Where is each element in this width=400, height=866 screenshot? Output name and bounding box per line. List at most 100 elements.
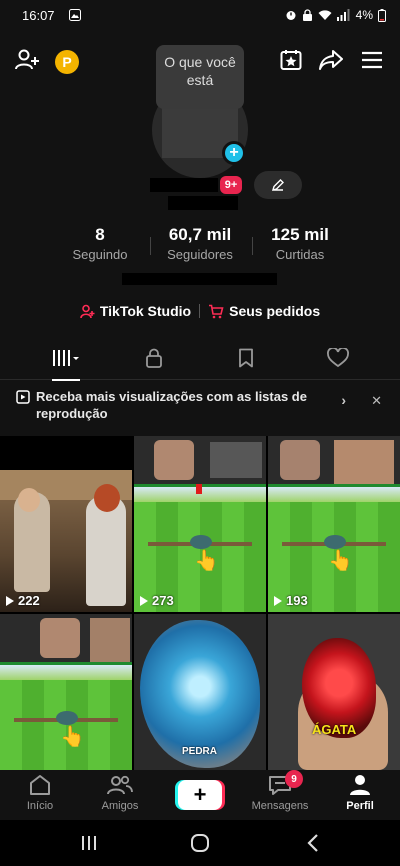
streamer-face — [280, 440, 320, 480]
game-goal — [0, 662, 132, 680]
battery-percent: 4% — [355, 8, 373, 22]
divider — [150, 237, 151, 255]
grid-icon — [53, 350, 79, 366]
game-ball — [56, 711, 78, 725]
bio-redacted — [122, 273, 277, 285]
tiktok-studio-link[interactable]: TikTok Studio — [80, 303, 191, 319]
plus-icon: + — [193, 782, 207, 807]
home-icon — [30, 775, 50, 795]
video-thumbnail[interactable]: 👆 273 — [134, 436, 266, 612]
close-icon[interactable]: ✕ — [371, 392, 382, 409]
game-goal — [268, 484, 400, 502]
menu-button[interactable] — [356, 44, 388, 76]
add-friend-button[interactable] — [12, 44, 44, 76]
back-icon — [307, 834, 318, 852]
calendar-button[interactable] — [275, 44, 307, 76]
home-system-button[interactable] — [185, 830, 215, 856]
handle-redacted — [168, 196, 238, 210]
nav-label: Amigos — [101, 800, 139, 812]
recent-apps-icon — [82, 836, 96, 850]
stat-label: Seguindo — [72, 247, 128, 262]
studio-icon — [80, 304, 95, 318]
content-tabs — [0, 336, 400, 381]
pointer-hand-icon: 👆 — [328, 550, 353, 572]
agate-caption: ÁGATA — [312, 722, 357, 737]
status-time: 16:07 — [22, 7, 55, 23]
stream-panel — [90, 618, 130, 662]
person-right — [86, 496, 126, 606]
game-ball — [324, 535, 346, 549]
play-icon — [6, 595, 14, 606]
lock-icon — [302, 9, 312, 21]
stat-label: Seguidores — [167, 247, 233, 262]
tab-saved[interactable] — [196, 336, 296, 380]
tab-videos[interactable] — [16, 336, 116, 381]
pointer-hand-icon: 👆 — [60, 726, 85, 748]
playlist-banner[interactable]: Receba mais visualizações com as listas … — [0, 380, 400, 436]
create-button[interactable]: + — [178, 780, 222, 810]
home-circle-icon — [191, 834, 209, 852]
nav-friends[interactable]: Amigos — [85, 770, 155, 820]
view-count: 222 — [6, 593, 40, 608]
streamer-face — [154, 440, 194, 480]
calendar-star-icon — [280, 50, 302, 70]
add-story-icon[interactable]: + — [222, 141, 246, 165]
nav-label: Mensagens — [251, 800, 309, 812]
play-icon — [140, 595, 148, 606]
play-icon — [274, 595, 282, 606]
system-nav — [0, 820, 400, 866]
video-thumbnail[interactable]: 👆 — [0, 614, 132, 770]
stat-following[interactable]: 8 Seguindo — [60, 225, 140, 262]
heart-icon — [327, 348, 349, 368]
view-count: 273 — [140, 593, 174, 608]
stat-value: 125 mil — [271, 225, 329, 244]
stat-value: 60,7 mil — [168, 225, 232, 244]
edit-profile-button[interactable] — [254, 171, 302, 199]
stat-value: 8 — [95, 225, 105, 244]
orders-link[interactable]: Seus pedidos — [208, 303, 320, 319]
share-button[interactable] — [315, 44, 347, 76]
hamburger-icon — [362, 51, 382, 69]
video-thumbnail[interactable]: ÁGATA — [268, 614, 400, 770]
person-right-head — [94, 484, 120, 512]
profile-links: TikTok Studio Seus pedidos — [0, 298, 400, 324]
video-grid: 222 👆 273 👆 193 👆 PEDRA ÁGATA — [0, 436, 400, 770]
add-user-icon — [15, 49, 39, 70]
nav-messages[interactable]: Mensagens 9 — [245, 770, 315, 820]
chevron-right-icon[interactable]: › — [341, 392, 346, 409]
studio-label: TikTok Studio — [99, 303, 192, 319]
wifi-icon — [318, 10, 332, 20]
stats-row: 8 Seguindo 60,7 mil Seguidores 125 mil C… — [0, 225, 400, 265]
share-icon — [319, 50, 343, 70]
bottom-nav: Início Amigos + Mensagens 9 Perfil — [0, 770, 400, 820]
view-count-value: 222 — [18, 593, 40, 608]
back-button[interactable] — [298, 830, 328, 856]
cart-icon — [209, 304, 224, 318]
tab-private[interactable] — [104, 336, 204, 380]
view-count-value: 273 — [152, 593, 174, 608]
coin-button[interactable]: P — [55, 50, 79, 74]
stat-followers[interactable]: 60,7 mil Seguidores — [155, 225, 245, 262]
person-left-head — [18, 488, 40, 512]
tab-liked[interactable] — [288, 336, 388, 380]
video-thumbnail[interactable]: 👆 193 — [268, 436, 400, 612]
stat-likes[interactable]: 125 mil Curtidas — [258, 225, 342, 262]
profile-header: P + O que você está 9+ 8 Seguindo 60,7 m… — [0, 30, 400, 436]
status-tooltip[interactable]: O que você está — [156, 45, 244, 109]
signal-icon — [336, 9, 350, 21]
stream-panel — [334, 440, 394, 484]
geode-caption: PEDRA — [182, 746, 218, 757]
lock-icon — [146, 348, 162, 368]
username-redacted — [150, 178, 218, 192]
nav-home[interactable]: Início — [5, 770, 75, 820]
orders-label: Seus pedidos — [229, 303, 321, 319]
pointer-hand-icon: 👆 — [194, 550, 219, 572]
video-thumbnail[interactable]: PEDRA — [134, 614, 266, 770]
nav-profile[interactable]: Perfil — [325, 770, 395, 820]
friends-icon — [107, 775, 133, 795]
recent-apps-button[interactable] — [74, 830, 104, 856]
video-thumbnail[interactable]: 222 — [0, 436, 132, 612]
gallery-icon — [68, 9, 81, 21]
view-count: 193 — [274, 593, 308, 608]
status-bar: 16:07 4% — [0, 0, 400, 30]
